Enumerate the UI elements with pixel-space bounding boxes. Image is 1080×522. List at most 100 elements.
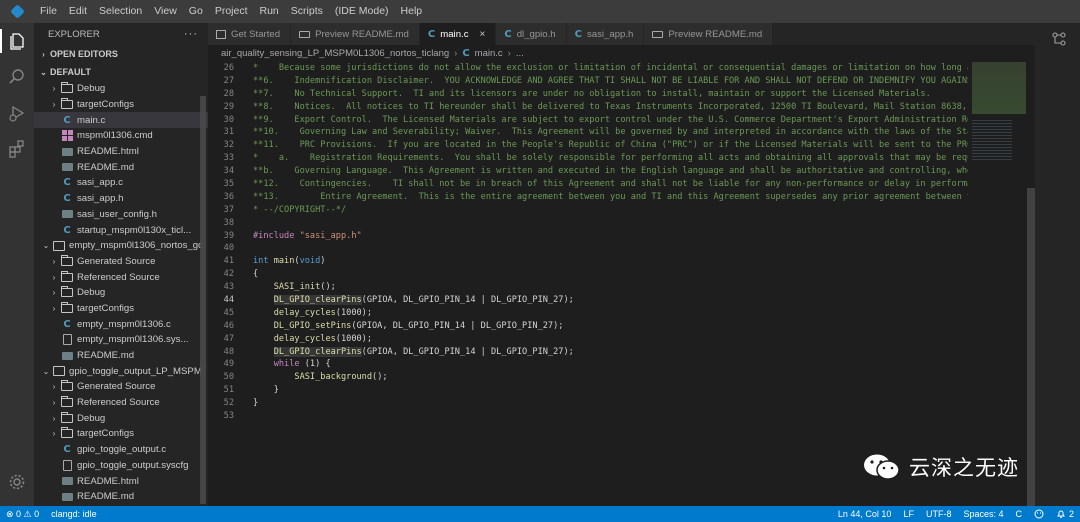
code-editor[interactable]: 26 * Because some jurisdictions do not al…	[208, 62, 968, 506]
tree-item[interactable]: Csasi_app.h	[34, 191, 208, 207]
tree-item[interactable]: README.md	[34, 159, 208, 175]
more-actions-icon[interactable]: ···	[184, 28, 198, 40]
tree-item[interactable]: Csasi_app.c	[34, 175, 208, 191]
tree-item[interactable]: Cempty_mspm0l1306.c	[34, 316, 208, 332]
editor-tabs: Get Started Preview README.md Cmain.c × Cdl_…	[208, 23, 1035, 45]
menu-go[interactable]: Go	[183, 0, 209, 23]
tree-item[interactable]: › Debug	[34, 410, 208, 426]
cursor-position[interactable]: Ln 44, Col 10	[832, 509, 898, 519]
tree-item[interactable]: › Referenced Source	[34, 395, 208, 411]
tree-item[interactable]: Cstartup_mspm0l130x_ticl...	[34, 222, 208, 238]
language-server-status[interactable]: clangd: idle	[45, 509, 103, 519]
editor-tab[interactable]: Cdl_gpio.h	[496, 23, 567, 45]
tree-item-label: targetConfigs	[77, 428, 135, 440]
explorer-header: EXPLORER ···	[34, 23, 208, 45]
tree-item[interactable]: README.html	[34, 473, 208, 489]
c-file-icon: C	[462, 47, 470, 59]
run-debug-activity-button[interactable]	[0, 95, 34, 131]
minimap-comment-block	[972, 62, 1026, 114]
breadcrumb: air_quality_sensing_LP_MSPM0L1306_nortos…	[208, 45, 1035, 61]
tree-item[interactable]: README.md	[34, 489, 208, 505]
breadcrumb-file[interactable]: main.c	[475, 48, 503, 59]
indentation[interactable]: Spaces: 4	[957, 509, 1009, 519]
tree-item[interactable]: empty_mspm0l1306.sys...	[34, 332, 208, 348]
tree-item[interactable]: › targetConfigs	[34, 301, 208, 317]
language-mode[interactable]: C	[1009, 509, 1028, 519]
tree-item[interactable]: › Debug	[34, 81, 208, 97]
source-graph-icon[interactable]	[1051, 31, 1067, 47]
minimap[interactable]	[970, 62, 1026, 506]
open-editors-section[interactable]: › OPEN EDITORS	[34, 45, 208, 63]
tree-item[interactable]: ⌄ empty_mspm0l1306_nortos_gc	[34, 238, 208, 254]
breadcrumb-project[interactable]: air_quality_sensing_LP_MSPM0L1306_nortos…	[221, 48, 449, 59]
manage-activity-button[interactable]	[0, 464, 34, 500]
tree-item[interactable]: › targetConfigs	[34, 97, 208, 113]
encoding[interactable]: UTF-8	[920, 509, 958, 519]
tree-item[interactable]: › Generated Source	[34, 379, 208, 395]
menu-help[interactable]: Help	[395, 0, 429, 23]
tree-item[interactable]: › targetConfigs	[34, 426, 208, 442]
menu-edit[interactable]: Edit	[63, 0, 93, 23]
breadcrumb-symbol[interactable]: ...	[516, 48, 524, 59]
tree-item[interactable]: README.html	[34, 144, 208, 160]
menu-project[interactable]: Project	[209, 0, 254, 23]
chevron-right-icon: ›	[52, 272, 56, 282]
editor-tab[interactable]: Preview README.md	[644, 23, 774, 45]
open-editors-label: OPEN EDITORS	[50, 49, 118, 59]
editor-tab[interactable]: Cmain.c ×	[419, 23, 497, 45]
editor-scrollbar-thumb[interactable]	[1027, 188, 1035, 506]
default-section[interactable]: ⌄ DEFAULT	[34, 63, 208, 81]
project-icon	[52, 366, 66, 377]
line-number: 26	[223, 63, 234, 73]
menu-ide-mode[interactable]: (IDE Mode)	[329, 0, 395, 23]
code-token: )	[320, 256, 326, 267]
default-section-label: DEFAULT	[50, 67, 91, 77]
menu-scripts[interactable]: Scripts	[285, 0, 329, 23]
chevron-right-icon: ›	[52, 256, 56, 266]
close-icon[interactable]: ×	[480, 29, 486, 40]
tree-item-label: startup_mspm0l130x_ticl...	[77, 224, 192, 236]
menu-file[interactable]: File	[34, 0, 63, 23]
menu-selection[interactable]: Selection	[93, 0, 148, 23]
tree-item[interactable]: mspm0l1306.cmd	[34, 128, 208, 144]
md-file-icon	[60, 163, 74, 172]
editor-scrollbar[interactable]	[1026, 62, 1035, 506]
tree-item[interactable]: README.md	[34, 348, 208, 364]
tree-item[interactable]: Cmain.c	[34, 112, 208, 129]
notification-count: 2	[1068, 509, 1074, 519]
tree-item[interactable]: gpio_toggle_output.syscfg	[34, 458, 208, 474]
feedback-button[interactable]	[1028, 509, 1050, 519]
line-number: 46	[223, 320, 234, 331]
tree-item[interactable]: Cgpio_toggle_output.c	[34, 442, 208, 458]
notifications-button[interactable]: 2	[1050, 509, 1080, 519]
chevron-right-icon: ›	[42, 49, 45, 59]
line-content: }	[234, 397, 258, 410]
line-content: **7. No Technical Support. TI and its li…	[234, 88, 931, 101]
tree-item[interactable]: › Debug	[34, 285, 208, 301]
sidebar-scrollbar[interactable]	[200, 96, 206, 504]
problems-indicator[interactable]: ⊗ 0 ⚠ 0	[0, 509, 45, 520]
tree-item[interactable]: › Referenced Source	[34, 269, 208, 285]
code-token: (GPIOA, DL_GPIO_PIN_14 | DL_GPIO_PIN_27)…	[361, 295, 574, 306]
search-activity-button[interactable]	[0, 59, 34, 95]
tree-item[interactable]: sasi_user_config.h	[34, 207, 208, 223]
tree-item[interactable]: ⌄ gpio_toggle_output_LP_MSPM	[34, 363, 208, 379]
extensions-activity-button[interactable]	[0, 131, 34, 167]
menu-run[interactable]: Run	[254, 0, 285, 23]
end-of-line[interactable]: LF	[897, 509, 920, 519]
editor-tab[interactable]: Csasi_app.h	[566, 23, 645, 45]
tree-item[interactable]: › Generated Source	[34, 254, 208, 270]
run-debug-icon	[9, 105, 25, 122]
explorer-activity-button[interactable]	[0, 23, 34, 59]
code-token: }	[253, 385, 279, 396]
editor-tab[interactable]: Preview README.md	[291, 23, 420, 45]
line-content: }	[234, 384, 279, 397]
code-line: 46 DL_GPIO_setPins(GPIOA, DL_GPIO_PIN_14…	[208, 320, 968, 333]
tree-item-label: Generated Source	[77, 381, 156, 393]
editor-tab[interactable]: Get Started	[208, 23, 292, 45]
code-line: 49 while (1) {	[208, 358, 968, 371]
code-token: **9. Export Control. The Licensed Materi…	[253, 114, 968, 125]
tree-item-label: sasi_app.c	[77, 177, 123, 189]
menu-view[interactable]: View	[148, 0, 183, 23]
